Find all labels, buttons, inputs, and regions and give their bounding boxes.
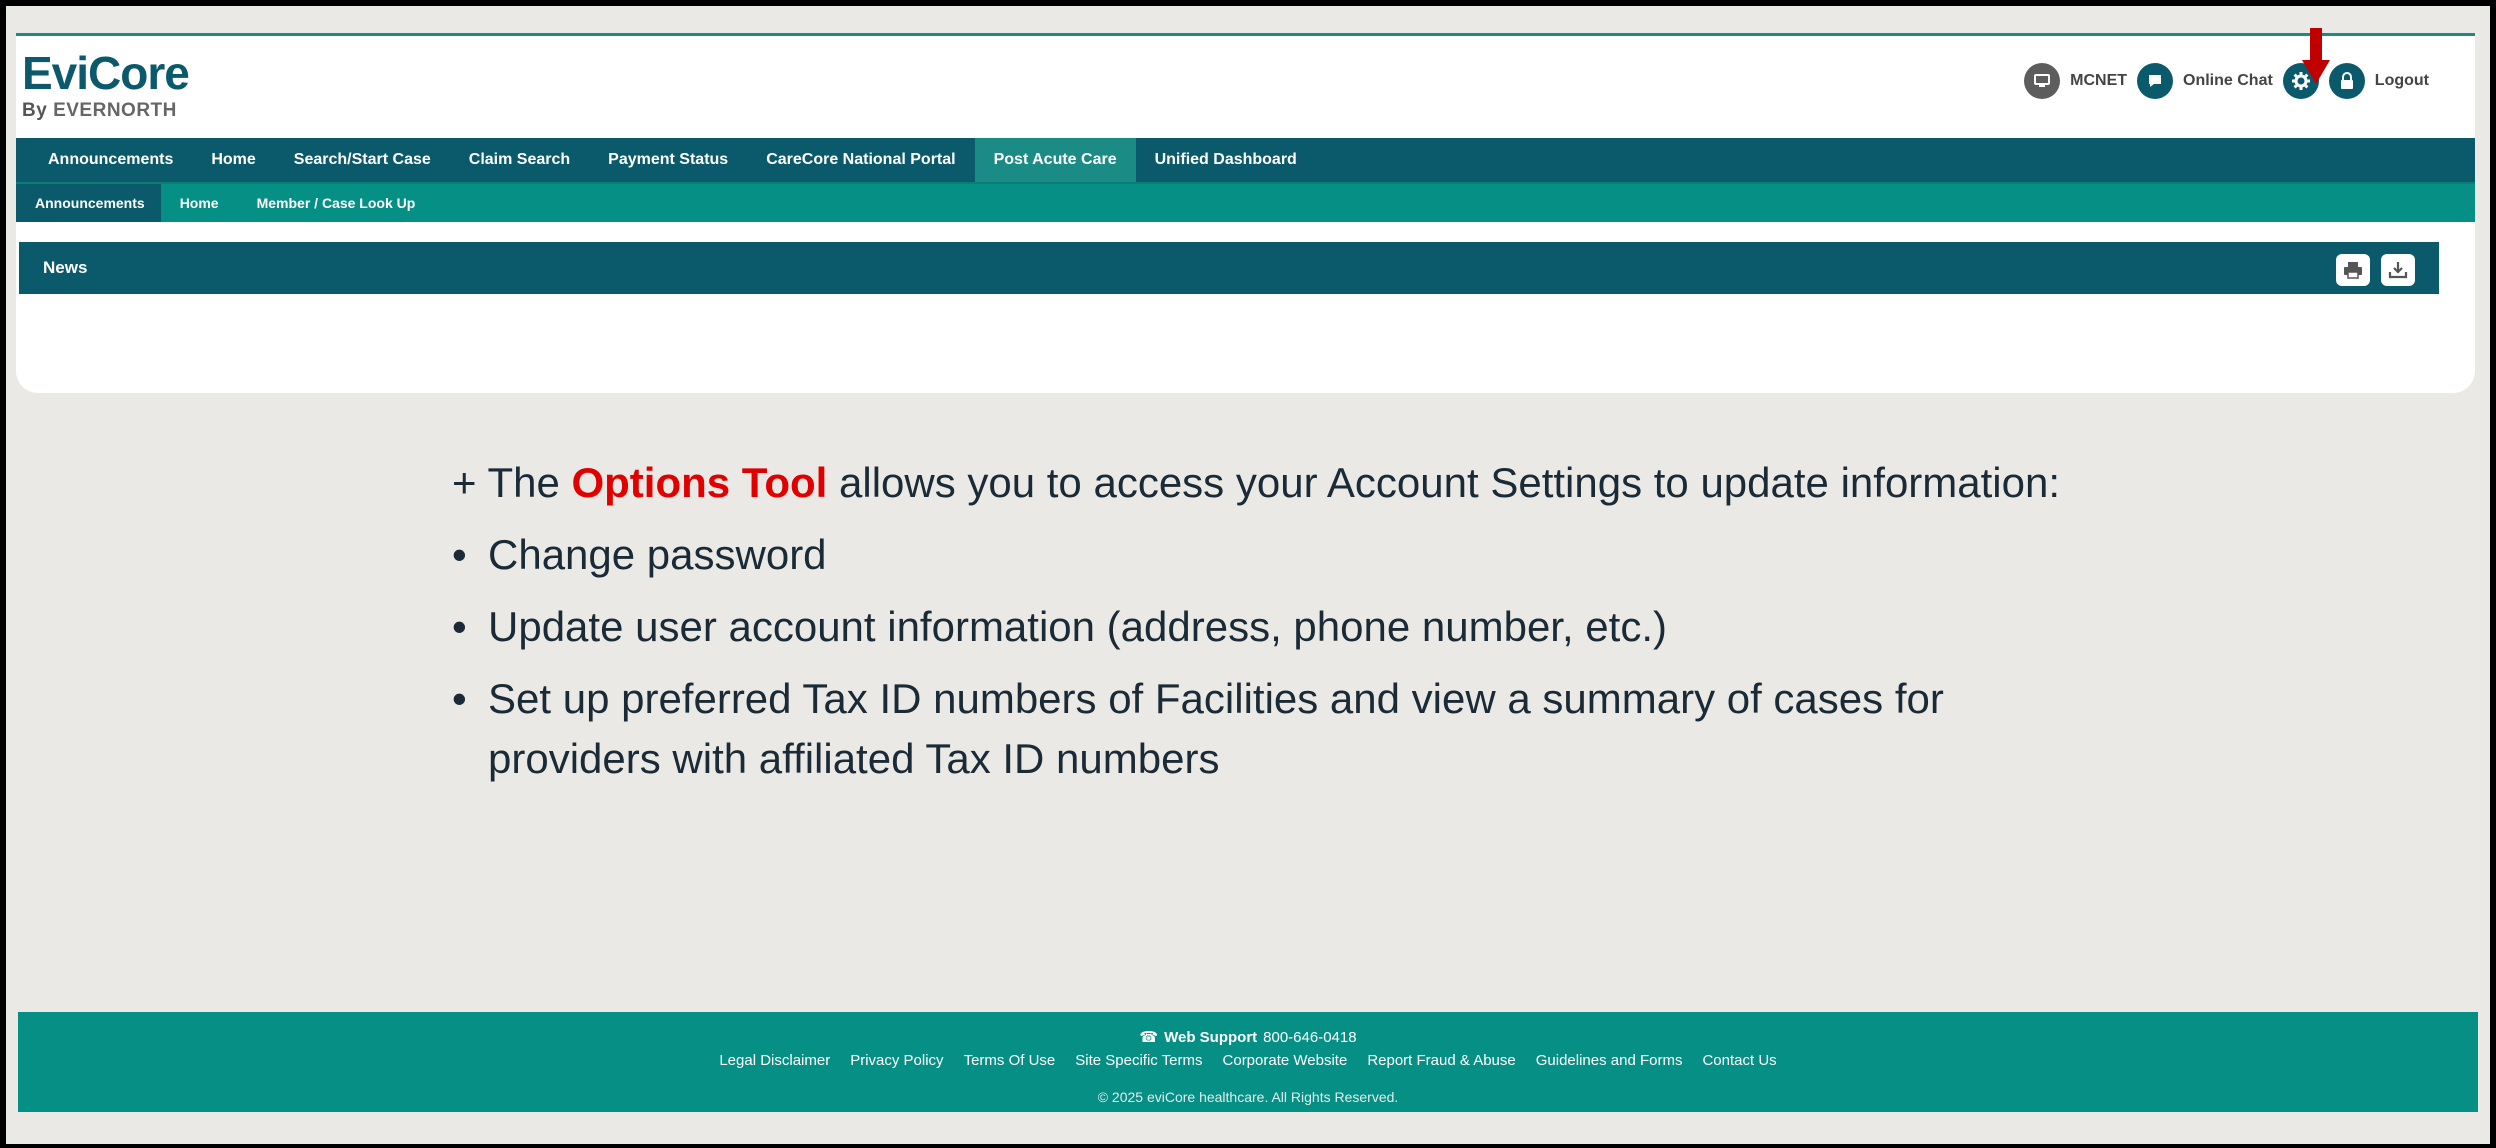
subnav-announcements[interactable]: Announcements xyxy=(16,184,161,222)
nav-claim-search[interactable]: Claim Search xyxy=(450,138,589,182)
mcnet-label: MCNET xyxy=(2070,72,2128,89)
footer-link-corporate-website[interactable]: Corporate Website xyxy=(1223,1052,1348,1069)
monitor-icon xyxy=(2024,63,2061,99)
web-support-label: Web Support xyxy=(1164,1029,1258,1046)
web-support: ☎ Web Support 800-646-0418 xyxy=(18,1028,2478,1046)
news-title: News xyxy=(43,258,88,277)
bullet-item: • Change password xyxy=(452,531,2152,579)
printer-icon xyxy=(2344,262,2362,279)
slide-text: + The Options Tool allows you to access … xyxy=(452,459,2152,807)
nav-home[interactable]: Home xyxy=(192,138,274,182)
phone-icon: ☎ xyxy=(1139,1029,1159,1046)
bullet-text: providers with affiliated Tax ID numbers xyxy=(488,735,1220,782)
nav-announcements[interactable]: Announcements xyxy=(29,138,192,182)
logo-wordmark: EviCore xyxy=(22,47,190,99)
footer-link-terms-of-use[interactable]: Terms Of Use xyxy=(964,1052,1056,1069)
logout-label: Logout xyxy=(2374,72,2429,89)
print-button[interactable] xyxy=(2336,254,2370,286)
bullet-item: • Set up preferred Tax ID numbers of Fac… xyxy=(452,675,2152,723)
bullet-continuation: providers with affiliated Tax ID numbers xyxy=(452,735,2152,783)
web-support-phone[interactable]: 800-646-0418 xyxy=(1263,1029,1356,1046)
nav-unified-dashboard[interactable]: Unified Dashboard xyxy=(1136,138,1316,182)
footer-link-contact-us[interactable]: Contact Us xyxy=(1702,1052,1776,1069)
utility-bar: MCNET Online Chat Logout xyxy=(2014,63,2429,99)
online-chat-label: Online Chat xyxy=(2183,72,2273,89)
bullet-text: Change password xyxy=(488,531,827,578)
bullet-mark: • xyxy=(452,531,467,578)
download-icon xyxy=(2388,262,2408,279)
news-actions xyxy=(2325,254,2415,286)
logout-link[interactable]: Logout xyxy=(2328,63,2429,99)
nav-payment-status[interactable]: Payment Status xyxy=(589,138,747,182)
lock-icon xyxy=(2328,63,2365,99)
logo-by: By xyxy=(22,100,48,121)
nav-search-start-case[interactable]: Search/Start Case xyxy=(275,138,450,182)
footer-link-site-specific-terms[interactable]: Site Specific Terms xyxy=(1075,1052,1202,1069)
bullet-mark: • xyxy=(452,675,467,722)
online-chat-link[interactable]: Online Chat xyxy=(2137,63,2273,99)
footer-link-privacy-policy[interactable]: Privacy Policy xyxy=(850,1052,943,1069)
intro-suffix: allows you to access your Account Settin… xyxy=(839,459,2061,506)
bullet-text: Update user account information (address… xyxy=(488,603,1667,650)
site-footer: ☎ Web Support 800-646-0418 Legal Disclaime… xyxy=(18,1012,2478,1112)
bullet-text: Set up preferred Tax ID numbers of Facil… xyxy=(488,675,1944,722)
footer-links: Legal Disclaimer Privacy Policy Terms Of… xyxy=(18,1052,2478,1069)
footer-link-report-fraud[interactable]: Report Fraud & Abuse xyxy=(1367,1052,1515,1069)
footer-link-legal-disclaimer[interactable]: Legal Disclaimer xyxy=(719,1052,830,1069)
bullet-item: • Update user account information (addre… xyxy=(452,603,2152,651)
portal-card: EviCore By EVERNORTH MCNET Online Chat L… xyxy=(16,28,2475,393)
nav-post-acute-care[interactable]: Post Acute Care xyxy=(974,138,1136,182)
footer-link-guidelines-forms[interactable]: Guidelines and Forms xyxy=(1536,1052,1683,1069)
chat-bubble-icon xyxy=(2137,63,2174,99)
logo-tagline: By EVERNORTH xyxy=(22,100,189,122)
options-tool-highlight: Options Tool xyxy=(571,459,828,506)
subnav-home[interactable]: Home xyxy=(161,184,238,222)
evicore-logo[interactable]: EviCore By EVERNORTH xyxy=(22,47,190,122)
nav-carecore-national-portal[interactable]: CareCore National Portal xyxy=(747,138,974,182)
intro-prefix: + The xyxy=(452,459,560,506)
screen-frame: EviCore By EVERNORTH MCNET Online Chat L… xyxy=(6,6,2490,1144)
download-button[interactable] xyxy=(2381,254,2415,286)
intro-line: + The Options Tool allows you to access … xyxy=(452,459,2152,507)
subnav-member-case-lookup[interactable]: Member / Case Look Up xyxy=(238,184,435,222)
primary-nav: Announcements Home Search/Start Case Cla… xyxy=(16,138,2475,182)
bullet-mark: • xyxy=(452,603,467,650)
mcnet-link[interactable]: MCNET xyxy=(2024,63,2127,99)
news-header: News xyxy=(19,242,2439,294)
copyright: © 2025 eviCore healthcare. All Rights Re… xyxy=(1097,1089,1399,1105)
red-arrow-icon xyxy=(2302,28,2330,84)
logo-brand: EVERNORTH xyxy=(53,100,177,121)
secondary-nav: Announcements Home Member / Case Look Up xyxy=(16,182,2475,222)
